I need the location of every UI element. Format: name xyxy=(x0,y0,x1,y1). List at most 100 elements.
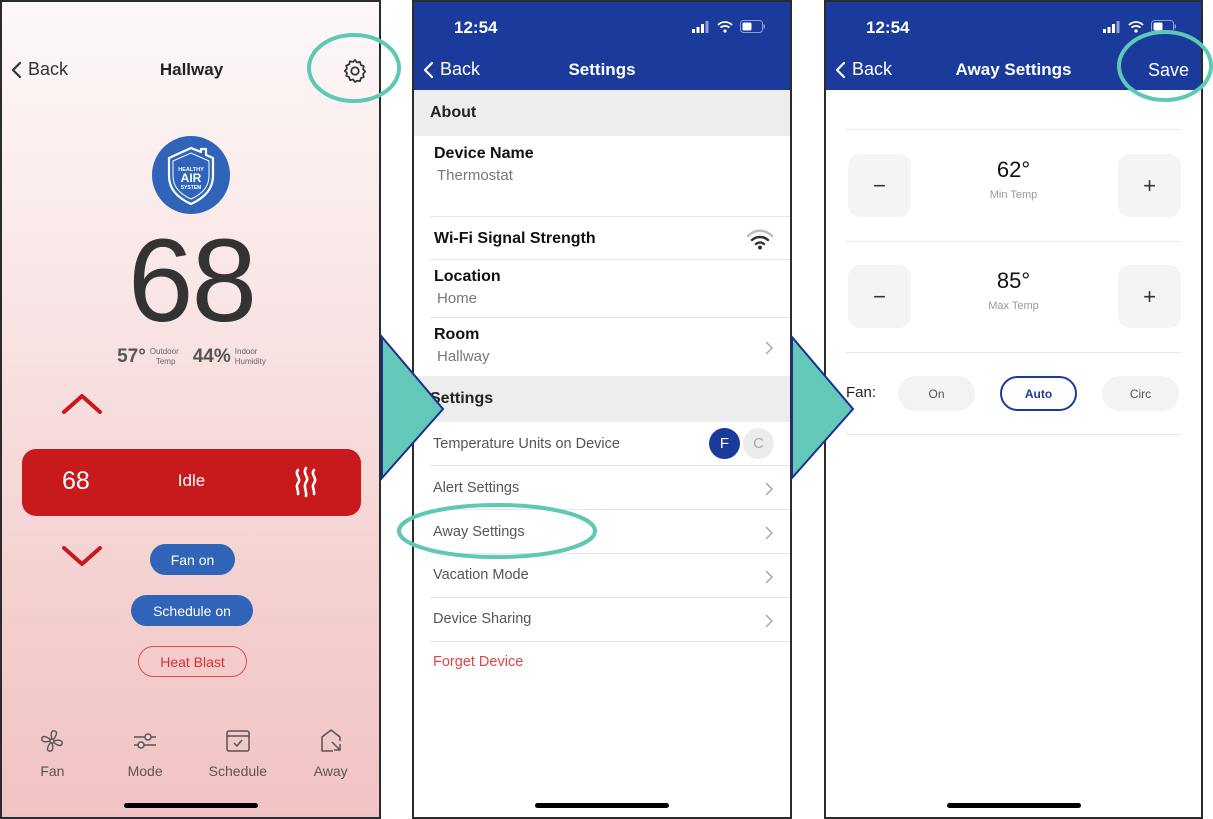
wifi-status-icon xyxy=(717,20,733,33)
wifi-icon xyxy=(746,229,774,250)
vacation-mode-label: Vacation Mode xyxy=(433,567,529,583)
battery-icon xyxy=(1151,20,1176,33)
away-house-icon xyxy=(320,729,341,752)
sliders-icon xyxy=(134,733,157,749)
device-name-title: Device Name xyxy=(434,145,534,162)
chevron-right-icon xyxy=(765,526,774,540)
divider xyxy=(846,129,1181,130)
page-title: Settings xyxy=(568,60,636,79)
outdoor-temp-label: Outdoor Temp xyxy=(150,347,179,368)
schedule-on-pill[interactable]: Schedule on xyxy=(131,595,253,626)
home-indicator xyxy=(535,803,669,808)
tab-schedule[interactable]: Schedule xyxy=(193,727,283,779)
humidity-label: Indoor Humidity xyxy=(235,347,266,368)
outdoor-temp-value: 57° xyxy=(117,346,146,367)
chevron-right-icon xyxy=(765,341,774,355)
chevron-right-icon xyxy=(765,482,774,496)
indoor-humidity: 44% Indoor Humidity xyxy=(193,346,266,368)
tab-away-label: Away xyxy=(313,763,348,779)
bottom-tab-bar: Fan Mode Schedule Away xyxy=(2,727,379,779)
min-temp-increase-button[interactable]: + xyxy=(1118,154,1181,217)
outdoor-temp: 57° Outdoor Temp xyxy=(117,346,179,368)
wifi-strength-title: Wi-Fi Signal Strength xyxy=(434,230,596,247)
system-status-icons xyxy=(1103,20,1177,33)
settings-item-vacation-mode[interactable]: Vacation Mode xyxy=(430,554,790,598)
tab-fan[interactable]: Fan xyxy=(7,727,97,779)
tab-schedule-label: Schedule xyxy=(208,763,268,779)
location-row[interactable]: Location Home xyxy=(430,260,790,318)
nav-header: 12:54 Back Away Settings Save xyxy=(826,2,1201,90)
room-value: Hallway xyxy=(437,348,490,365)
increase-temp-button[interactable] xyxy=(62,390,102,416)
page-title: Hallway xyxy=(159,60,224,79)
heat-blast-button[interactable]: Heat Blast xyxy=(138,646,247,677)
unit-c-button[interactable]: C xyxy=(743,428,774,459)
section-header-settings: Settings xyxy=(414,376,790,422)
conditions-row: 57° Outdoor Temp 44% Indoor Humidity xyxy=(2,346,379,368)
max-temp-increase-button[interactable]: + xyxy=(1118,265,1181,328)
wifi-strength-row: Wi-Fi Signal Strength xyxy=(430,217,790,260)
logo-line3: SYSTEM xyxy=(181,185,202,191)
settings-button[interactable] xyxy=(341,57,369,85)
current-temperature: 68 xyxy=(127,215,257,347)
page-title: Away Settings xyxy=(955,60,1072,79)
wifi-status-icon xyxy=(1128,20,1144,33)
fan-icon xyxy=(41,730,64,752)
fan-option-circ[interactable]: Circ xyxy=(1102,376,1179,411)
setpoint-status-bar[interactable]: 68 Idle xyxy=(22,449,361,516)
battery-icon xyxy=(740,20,765,33)
chevron-down-icon xyxy=(62,546,102,566)
settings-item-away-settings[interactable]: Away Settings xyxy=(430,510,790,554)
settings-item-alert-settings[interactable]: Alert Settings xyxy=(430,466,790,510)
settings-screen: 12:54 Back Settings About Device Name Th… xyxy=(412,0,792,819)
humidity-label-line1: Indoor xyxy=(234,346,258,356)
tab-away[interactable]: Away xyxy=(286,727,376,779)
device-name-row[interactable]: Device Name Thermostat xyxy=(430,136,790,217)
home-indicator xyxy=(946,803,1081,808)
chevron-up-icon xyxy=(62,394,102,414)
room-row[interactable]: Room Hallway xyxy=(430,318,790,376)
humidity-value: 44% xyxy=(192,346,231,367)
away-settings-screen: 12:54 Back Away Settings Save − 62° Min … xyxy=(824,0,1203,819)
temp-units-toggle: F C xyxy=(709,428,774,459)
status-time: 12:54 xyxy=(454,18,498,37)
device-sharing-label: Device Sharing xyxy=(433,611,532,627)
divider xyxy=(846,434,1181,435)
unit-f-button[interactable]: F xyxy=(709,428,740,459)
section-header-about: About xyxy=(414,90,790,136)
shield-house-icon: HEALTHY AIR SYSTEM xyxy=(167,146,215,206)
divider xyxy=(846,352,1181,353)
temp-units-row: Temperature Units on Device F C xyxy=(430,422,790,466)
nav-header: 12:54 Back Settings xyxy=(414,2,790,90)
fan-label: Fan: xyxy=(846,384,877,401)
location-title: Location xyxy=(434,268,501,285)
fan-option-auto[interactable]: Auto xyxy=(1000,376,1077,411)
status-time: 12:54 xyxy=(866,18,910,37)
forget-device-button[interactable]: Forget Device xyxy=(433,654,523,670)
decrease-temp-button[interactable] xyxy=(62,544,102,570)
calendar-check-icon xyxy=(226,730,250,752)
home-indicator xyxy=(123,803,258,808)
heat-icon xyxy=(295,466,317,498)
settings-item-device-sharing[interactable]: Device Sharing xyxy=(430,598,790,642)
gear-icon xyxy=(343,59,367,83)
thermostat-screen: Back Hallway HEALTHY AIR SYSTEM 68 57° O… xyxy=(0,0,381,819)
device-name-value: Thermostat xyxy=(437,167,513,184)
cellular-signal-icon xyxy=(1103,20,1120,33)
logo-line2: AIR xyxy=(181,171,202,185)
cellular-signal-icon xyxy=(692,20,709,33)
location-value: Home xyxy=(437,290,478,307)
fan-on-pill[interactable]: Fan on xyxy=(150,544,235,575)
tab-mode[interactable]: Mode xyxy=(100,727,190,779)
outdoor-label-line1: Outdoor xyxy=(149,346,179,356)
tab-fan-label: Fan xyxy=(40,763,65,779)
outdoor-label-line2: Temp xyxy=(155,357,176,366)
divider xyxy=(846,241,1181,242)
alert-settings-label: Alert Settings xyxy=(433,480,520,496)
away-settings-label: Away Settings xyxy=(433,524,525,540)
chevron-right-icon xyxy=(765,570,774,584)
save-button[interactable]: Save xyxy=(1148,60,1189,81)
fan-option-on[interactable]: On xyxy=(898,376,975,411)
brand-logo: HEALTHY AIR SYSTEM xyxy=(152,136,230,214)
humidity-label-line2: Humidity xyxy=(234,357,266,366)
